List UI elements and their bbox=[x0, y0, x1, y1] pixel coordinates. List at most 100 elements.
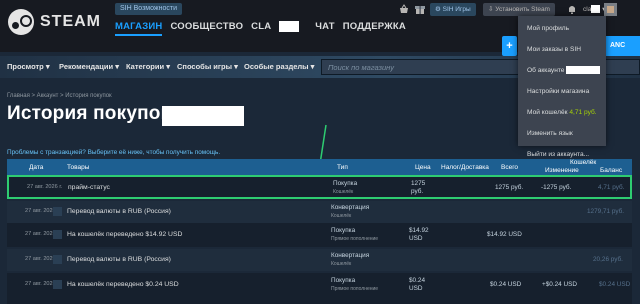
item-thumbnail bbox=[53, 255, 62, 264]
row-type-sub: Кошелёк bbox=[331, 213, 352, 219]
menu-change-language[interactable]: Изменить язык bbox=[518, 123, 606, 144]
row-change: +$0.24 USD bbox=[542, 281, 577, 288]
account-name: cla bbox=[583, 6, 592, 13]
row-price: $0.24 USD bbox=[409, 277, 425, 292]
chevron-down-icon: ▾ bbox=[234, 62, 238, 71]
table-row[interactable]: 27 авг. 2026 г. На кошелёк переведено $0… bbox=[7, 273, 632, 304]
menu-account-details[interactable]: Об аккаунте bbox=[518, 60, 606, 81]
row-balance: $0.24 USD bbox=[599, 281, 631, 288]
row-type-sub: Кошелёк bbox=[331, 261, 352, 267]
chevron-down-icon: ▾ bbox=[310, 62, 315, 71]
basket-icon[interactable] bbox=[398, 3, 410, 15]
wallet-balance: 4,71 руб. bbox=[569, 109, 597, 116]
chevron-down-icon: ▾ bbox=[166, 62, 170, 71]
nav-chat[interactable]: ЧАТ bbox=[315, 21, 334, 36]
row-item: На кошелёк переведено $14.92 USD bbox=[67, 231, 183, 238]
steam-logo[interactable]: STEAM bbox=[8, 9, 101, 35]
item-thumbnail bbox=[53, 280, 62, 289]
notification-bell-icon[interactable] bbox=[566, 3, 578, 15]
row-date: 27 авг. 2026 г. bbox=[27, 184, 63, 190]
install-steam-button[interactable]: ⇩ Установить Steam bbox=[483, 3, 555, 16]
row-type: Покупка bbox=[333, 180, 358, 187]
store-nav-recommendations[interactable]: Рекомендации ▾ bbox=[59, 56, 119, 78]
steam-logo-icon bbox=[8, 9, 34, 35]
row-item: Перевод валюты в RUB (Россия) bbox=[67, 208, 171, 215]
nav-community[interactable]: СООБЩЕСТВО bbox=[170, 21, 243, 36]
store-search-placeholder: Поиск по магазину bbox=[328, 63, 395, 72]
redacted-box bbox=[591, 5, 601, 14]
page-title: История покупок bbox=[7, 103, 171, 124]
col-date: Дата bbox=[29, 164, 44, 171]
menu-store-preferences[interactable]: Настройки магазина bbox=[518, 81, 606, 102]
store-nav-ways-to-play[interactable]: Способы игры ▾ bbox=[177, 56, 238, 78]
gift-icon[interactable] bbox=[414, 3, 426, 15]
menu-wallet-label: Мой кошелёк bbox=[527, 109, 568, 116]
row-total: 1275 руб. bbox=[495, 184, 524, 191]
table-row[interactable]: 27 авг. 2026 г. На кошелёк переведено $1… bbox=[7, 223, 632, 247]
col-change: Изменение bbox=[545, 167, 579, 174]
row-price: $14.92 USD bbox=[409, 227, 429, 242]
col-total: Всего bbox=[501, 164, 519, 171]
row-type-sub: Кошелёк bbox=[333, 189, 354, 195]
row-balance: 20,26 руб. bbox=[593, 256, 623, 263]
col-items: Товары bbox=[67, 164, 90, 171]
sih-features-button[interactable]: SIH Возможности bbox=[115, 3, 182, 15]
store-nav-ways-to-play-label: Способы игры bbox=[177, 62, 233, 71]
table-row[interactable]: 27 авг. 2026 г. Перевод валюты в RUB (Ро… bbox=[7, 201, 632, 223]
redacted-box bbox=[566, 66, 601, 75]
col-type: Тип bbox=[337, 164, 348, 171]
row-total: $14.92 USD bbox=[487, 231, 522, 238]
store-nav-categories-label: Категории bbox=[126, 62, 165, 71]
nav-user-label: CLA bbox=[251, 21, 272, 33]
col-balance: Баланс bbox=[600, 167, 623, 174]
row-total: $0.24 USD bbox=[490, 281, 522, 288]
row-item: На кошелёк переведено $0.24 USD bbox=[67, 281, 179, 288]
wishlist-plus-button[interactable]: + bbox=[502, 36, 517, 56]
row-type-sub: Прямое пополнение bbox=[331, 286, 379, 292]
menu-wallet[interactable]: Мой кошелёк 4,71 руб. bbox=[518, 102, 606, 123]
steam-logo-text: STEAM bbox=[40, 13, 101, 30]
main-nav: МАГАЗИН СООБЩЕСТВО CLA ЧАТ ПОДДЕРЖКА bbox=[115, 21, 414, 36]
row-item: Перевод валюты в RUB (Россия) bbox=[67, 256, 171, 263]
store-nav-browse[interactable]: Просмотр ▾ bbox=[7, 56, 50, 78]
store-nav-recommendations-label: Рекомендации bbox=[59, 62, 114, 71]
col-price: Цена bbox=[415, 164, 431, 171]
menu-sih-orders[interactable]: Мои заказы в SIH bbox=[518, 39, 606, 60]
col-tax: Налог/Доставка bbox=[441, 164, 489, 171]
row-type: Покупка bbox=[331, 277, 356, 284]
menu-account-label: Об аккаунте bbox=[527, 67, 565, 74]
redacted-box bbox=[279, 21, 300, 32]
store-nav-browse-label: Просмотр bbox=[7, 62, 44, 71]
install-steam-label: Установить Steam bbox=[495, 6, 550, 13]
avatar[interactable] bbox=[604, 3, 617, 16]
account-dropdown: Мой профиль Мои заказы в SIH Об аккаунте… bbox=[518, 16, 606, 158]
item-thumbnail bbox=[53, 230, 62, 239]
row-price: 1275 руб. bbox=[411, 180, 426, 195]
breadcrumb[interactable]: Главная > Аккаунт > История покупок bbox=[7, 93, 112, 99]
row-type-sub: Прямое пополнение bbox=[331, 236, 379, 242]
row-balance: 4,71 руб. bbox=[598, 184, 625, 191]
store-nav-special-sections-label: Особые разделы bbox=[244, 62, 309, 71]
row-balance: 1279,71 руб. bbox=[587, 208, 625, 215]
nav-store[interactable]: МАГАЗИН bbox=[115, 21, 163, 36]
redacted-box bbox=[162, 106, 244, 126]
nav-user[interactable]: CLA bbox=[251, 21, 307, 36]
menu-profile[interactable]: Мой профиль bbox=[518, 18, 606, 39]
install-right-button[interactable]: ANC bbox=[606, 36, 640, 56]
row-type: Конвертация bbox=[331, 252, 370, 259]
row-item: прайм-статус bbox=[68, 184, 110, 191]
row-type: Конвертация bbox=[331, 204, 370, 211]
table-row[interactable]: 27 авг. 2026 г. Перевод валюты в RUB (Ро… bbox=[7, 249, 632, 271]
gamepad-icon: ⚙ bbox=[435, 6, 443, 13]
sih-games-label: SIH Игры bbox=[442, 6, 471, 13]
store-nav-categories[interactable]: Категории ▾ bbox=[126, 56, 170, 78]
chevron-down-icon: ▾ bbox=[45, 62, 50, 71]
nav-support[interactable]: ПОДДЕРЖКА bbox=[343, 21, 406, 36]
transaction-help-link[interactable]: Проблемы с транзакцией? Выберите её ниже… bbox=[7, 149, 220, 156]
chevron-down-icon: ▾ bbox=[115, 62, 119, 71]
sih-games-button[interactable]: ⚙ SIH Игры bbox=[430, 3, 476, 16]
row-type: Покупка bbox=[331, 227, 356, 234]
table-row[interactable]: 27 авг. 2026 г. прайм-статус Покупка Кош… bbox=[7, 175, 632, 199]
store-nav-special-sections[interactable]: Особые разделы ▾ bbox=[244, 56, 314, 78]
menu-logout[interactable]: Выйти из аккаунта... bbox=[518, 144, 606, 165]
